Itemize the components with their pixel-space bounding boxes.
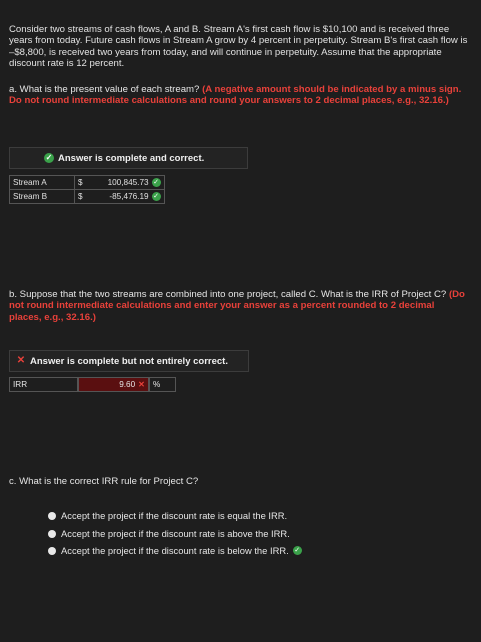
- stream-b-currency: $: [73, 189, 86, 204]
- stream-b-label: Stream B: [9, 189, 75, 204]
- stream-a-currency: $: [73, 175, 86, 190]
- part-a-question-text: a. What is the present value of each str…: [9, 84, 200, 95]
- irr-unit: %: [149, 377, 176, 392]
- stream-a-value: 100,845.73: [107, 177, 149, 187]
- check-circle-icon: ✓: [151, 192, 161, 202]
- table-row: Stream A $ 100,845.73 ✓: [9, 175, 165, 190]
- radio-button-icon[interactable]: [48, 511, 56, 520]
- check-circle-icon: ✓: [151, 178, 161, 188]
- table-row: Stream B $ -85,476.19 ✓: [9, 189, 165, 204]
- check-circle-icon: ✓: [292, 546, 302, 555]
- x-icon: ✕: [138, 380, 145, 389]
- correct-banner-text: Answer is complete and correct.: [58, 152, 205, 164]
- stream-a-label: Stream A: [9, 175, 75, 190]
- part-a-question: a. What is the present value of each str…: [9, 84, 469, 107]
- partial-banner: ✕ Answer is complete but not entirely co…: [9, 350, 249, 372]
- part-b-question: b. Suppose that the two streams are comb…: [9, 289, 469, 323]
- radio-option-below[interactable]: Accept the project if the discount rate …: [48, 545, 302, 556]
- stream-b-value: -85,476.19: [109, 191, 149, 201]
- irr-row: IRR 9.60 ✕ %: [9, 377, 176, 392]
- check-circle-icon: ✓: [44, 153, 54, 163]
- radio-button-icon[interactable]: [48, 546, 56, 555]
- radio-button-icon[interactable]: [48, 529, 56, 538]
- part-c-question: c. What is the correct IRR rule for Proj…: [9, 476, 199, 487]
- partial-banner-text: Answer is complete but not entirely corr…: [30, 355, 228, 367]
- option-label: Accept the project if the discount rate …: [61, 545, 289, 556]
- present-value-table: Stream A $ 100,845.73 ✓ Stream B $ -85,47…: [9, 175, 165, 204]
- option-label: Accept the project if the discount rate …: [61, 510, 288, 521]
- stream-a-value-field[interactable]: 100,845.73 ✓: [85, 175, 165, 190]
- part-b-question-text: b. Suppose that the two streams are comb…: [9, 289, 447, 300]
- radio-option-equal[interactable]: Accept the project if the discount rate …: [48, 510, 287, 521]
- radio-option-above[interactable]: Accept the project if the discount rate …: [48, 528, 290, 539]
- correct-banner: ✓ Answer is complete and correct.: [9, 147, 248, 169]
- stream-b-value-field[interactable]: -85,476.19 ✓: [85, 189, 165, 204]
- x-icon: ✕: [16, 355, 26, 366]
- irr-value: 9.60: [119, 380, 136, 389]
- problem-intro: Consider two streams of cash flows, A an…: [9, 24, 468, 70]
- irr-input[interactable]: 9.60 ✕: [78, 377, 149, 392]
- option-label: Accept the project if the discount rate …: [61, 528, 290, 539]
- irr-label: IRR: [9, 377, 78, 392]
